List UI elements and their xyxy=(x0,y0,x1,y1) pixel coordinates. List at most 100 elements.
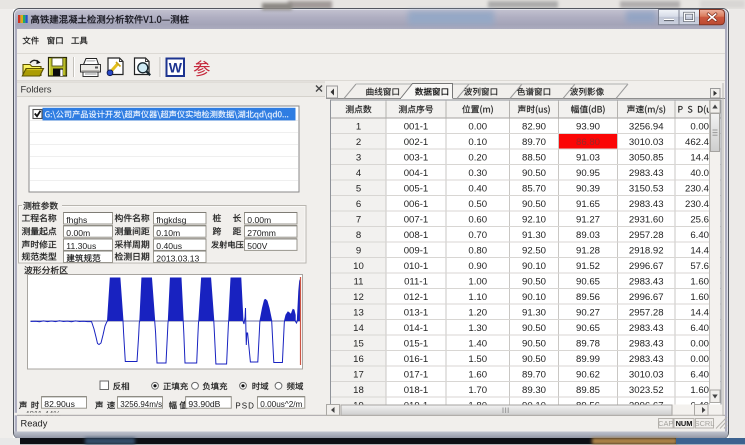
svg-text:1.60: 1.60 xyxy=(468,369,487,380)
svg-text:0.00: 0.00 xyxy=(468,121,487,132)
svg-text:57.6: 57.6 xyxy=(690,261,709,272)
svg-text:92.10: 92.10 xyxy=(522,214,546,225)
svg-text:5: 5 xyxy=(356,183,361,194)
svg-text:2996.67: 2996.67 xyxy=(629,292,664,303)
svg-text:90.65: 90.65 xyxy=(576,276,600,287)
svg-text:0.30: 0.30 xyxy=(468,168,487,179)
svg-text:11: 11 xyxy=(354,276,364,287)
svg-text:90.50: 90.50 xyxy=(522,338,546,349)
svg-text:014-1: 014-1 xyxy=(404,323,429,334)
svg-text:89.70: 89.70 xyxy=(522,369,546,380)
svg-text:0.10m: 0.10m xyxy=(156,228,180,238)
svg-text:1.60: 1.60 xyxy=(690,292,709,303)
svg-text:0.60: 0.60 xyxy=(468,214,487,225)
svg-text:90.95: 90.95 xyxy=(576,168,600,179)
svg-text:90.50: 90.50 xyxy=(522,354,546,365)
svg-text:91.30: 91.30 xyxy=(522,230,546,241)
svg-text:2983.43: 2983.43 xyxy=(629,338,664,349)
svg-text:462.4: 462.4 xyxy=(685,137,710,148)
svg-text:NUM: NUM xyxy=(676,419,693,428)
svg-text:90.27: 90.27 xyxy=(576,307,600,318)
svg-text:7: 7 xyxy=(356,214,361,225)
svg-text:0.40: 0.40 xyxy=(468,183,487,194)
svg-text:1.10: 1.10 xyxy=(468,292,487,303)
svg-text:1: 1 xyxy=(356,121,361,132)
svg-text:004-1: 004-1 xyxy=(404,168,429,179)
svg-text:86.80: 86.80 xyxy=(576,137,600,148)
svg-text:93.90: 93.90 xyxy=(576,121,600,132)
svg-text:90.10: 90.10 xyxy=(522,292,546,303)
svg-text:012-1: 012-1 xyxy=(404,292,429,303)
svg-text:008-1: 008-1 xyxy=(404,230,429,241)
svg-text:010-1: 010-1 xyxy=(404,261,429,272)
svg-text:1.30: 1.30 xyxy=(468,323,487,334)
svg-text:4: 4 xyxy=(356,168,362,179)
svg-text:PSD: PSD xyxy=(235,401,254,410)
svg-text:1.00: 1.00 xyxy=(468,276,487,287)
svg-text:89.85: 89.85 xyxy=(576,385,600,396)
svg-text:2983.43: 2983.43 xyxy=(629,168,664,179)
svg-text:002-1: 002-1 xyxy=(404,137,429,148)
svg-text:11.30us: 11.30us xyxy=(66,241,96,251)
svg-text:3150.53: 3150.53 xyxy=(629,183,664,194)
svg-text:2013.03.13: 2013.03.13 xyxy=(156,253,199,263)
svg-text:270mm: 270mm xyxy=(247,228,276,238)
svg-text:0.70: 0.70 xyxy=(468,230,487,241)
svg-text:0.20: 0.20 xyxy=(468,152,487,163)
svg-text:15: 15 xyxy=(353,338,364,349)
svg-text:90.50: 90.50 xyxy=(522,276,546,287)
svg-text:85.70: 85.70 xyxy=(522,183,546,194)
svg-text:0.00: 0.00 xyxy=(690,338,709,349)
svg-text:0.00: 0.00 xyxy=(690,121,709,132)
svg-text:13: 13 xyxy=(353,307,364,318)
svg-text:W: W xyxy=(169,60,183,76)
svg-text:2983.43: 2983.43 xyxy=(629,276,664,287)
svg-text:2957.28: 2957.28 xyxy=(629,230,664,241)
svg-text:CAP: CAP xyxy=(658,419,673,428)
svg-text:88.50: 88.50 xyxy=(522,152,546,163)
svg-text:91.30: 91.30 xyxy=(522,307,546,318)
svg-text:82.90us: 82.90us xyxy=(44,399,75,409)
svg-text:009-1: 009-1 xyxy=(404,245,429,256)
svg-text:1.60: 1.60 xyxy=(690,276,709,287)
svg-text:2957.28: 2957.28 xyxy=(629,307,664,318)
svg-text:89.03: 89.03 xyxy=(576,230,600,241)
svg-text:92.50: 92.50 xyxy=(522,245,546,256)
svg-text:001-1: 001-1 xyxy=(404,121,429,132)
svg-text:3256.94m/s: 3256.94m/s xyxy=(120,400,162,409)
svg-text:2918.92: 2918.92 xyxy=(629,245,664,256)
svg-text:91.65: 91.65 xyxy=(576,199,600,210)
svg-text:3023.52: 3023.52 xyxy=(629,385,664,396)
svg-text:93.90dB: 93.90dB xyxy=(188,399,220,409)
svg-text:90.50: 90.50 xyxy=(522,199,546,210)
svg-text:14: 14 xyxy=(353,323,364,334)
svg-text:6.40: 6.40 xyxy=(690,323,709,334)
svg-text:2996.67: 2996.67 xyxy=(629,261,664,272)
svg-text:89.30: 89.30 xyxy=(522,385,546,396)
svg-text:016-1: 016-1 xyxy=(404,354,429,365)
svg-text:6: 6 xyxy=(356,199,361,210)
svg-text:90.65: 90.65 xyxy=(576,323,600,334)
svg-text:14.4: 14.4 xyxy=(690,307,709,318)
svg-text:fhghs: fhghs xyxy=(66,215,87,225)
svg-text:1.50: 1.50 xyxy=(468,354,487,365)
svg-text:90.50: 90.50 xyxy=(522,168,546,179)
svg-text:25.6: 25.6 xyxy=(690,214,709,225)
svg-text:3256.94: 3256.94 xyxy=(629,121,664,132)
svg-text:1.20: 1.20 xyxy=(468,307,487,318)
svg-text:013-1: 013-1 xyxy=(404,307,429,318)
svg-text:0.10: 0.10 xyxy=(468,137,487,148)
svg-text:0.00m: 0.00m xyxy=(247,215,271,225)
svg-text:91.52: 91.52 xyxy=(576,261,600,272)
svg-text:12: 12 xyxy=(353,292,364,303)
svg-text:14.4: 14.4 xyxy=(690,152,709,163)
svg-text:0.00m: 0.00m xyxy=(66,228,90,238)
svg-text:90.39: 90.39 xyxy=(576,183,600,194)
svg-text:2983.43: 2983.43 xyxy=(629,199,664,210)
svg-text:0.50: 0.50 xyxy=(468,199,487,210)
svg-text:1.60: 1.60 xyxy=(690,385,709,396)
svg-text:3: 3 xyxy=(356,152,361,163)
svg-text:16: 16 xyxy=(353,354,364,365)
svg-text:10: 10 xyxy=(353,261,364,272)
svg-text:89.56: 89.56 xyxy=(576,292,600,303)
